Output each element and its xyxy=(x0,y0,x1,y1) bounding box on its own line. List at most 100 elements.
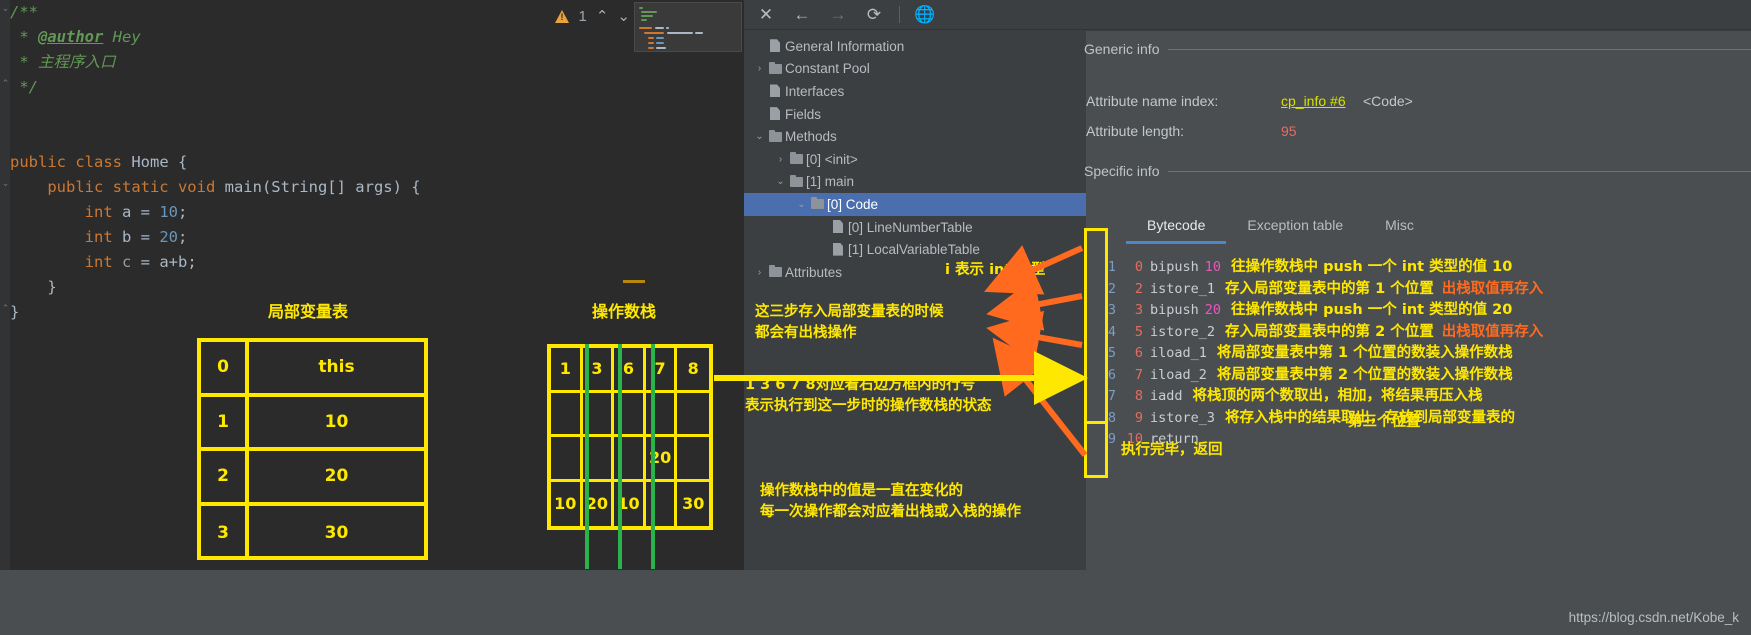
folder-icon xyxy=(809,196,827,212)
watermark-text: https://blog.csdn.net/Kobe_k xyxy=(1568,610,1739,625)
bytecode-line-number: 2 xyxy=(1107,280,1116,297)
tree-node-0-linenumbertable[interactable]: [0] LineNumberTable xyxy=(744,216,1086,239)
bytecode-note-return: 执行完毕，返回 xyxy=(1121,442,1223,458)
tree-node-general-information[interactable]: General Information xyxy=(744,35,1086,58)
tree-node-0-code[interactable]: ⌄ [0] Code xyxy=(744,193,1086,216)
generic-info-header: Generic info xyxy=(1084,41,1751,57)
screenshot-root: ⌄ ⌃ ⌄ ⌃ /** * @author Hey * 主程序入口 */ publ… xyxy=(0,0,1751,635)
folder-icon xyxy=(788,174,806,190)
code-text[interactable]: /** * @author Hey * 主程序入口 */ public class… xyxy=(10,0,630,325)
bytecode-row[interactable]: 4 5 istore_2 存入局部变量表中的第 2 个位置 出栈取值再存入 xyxy=(1094,322,1751,344)
fold-marker[interactable]: ⌄ xyxy=(1,4,10,13)
tree-node-1-localvariabletable[interactable]: [1] LocalVariableTable xyxy=(744,238,1086,261)
tree-node-0-init[interactable]: › [0] <init> xyxy=(744,148,1086,171)
bytecode-row[interactable]: 2 2 istore_1 存入局部变量表中的第 1 个位置 出栈取值再存入 xyxy=(1094,279,1751,301)
bytecode-annotation: 存入局部变量表中的第 2 个位置 xyxy=(1225,323,1434,340)
toolbar-divider xyxy=(899,6,900,23)
operand-stack-cell xyxy=(551,437,583,482)
fold-marker[interactable]: ⌄ xyxy=(1,179,10,188)
editor-inspection-widget[interactable]: 1 ⌃ ⌄ xyxy=(554,2,630,30)
fold-marker[interactable]: ⌃ xyxy=(1,79,10,88)
code-line: */ xyxy=(10,78,38,96)
lvt-row: 1 10 xyxy=(201,396,424,451)
lvt-row: 3 30 xyxy=(201,505,424,560)
tab-misc[interactable]: Misc xyxy=(1364,213,1435,244)
attribute-name-index-label: Attribute name index: xyxy=(1086,93,1219,109)
globe-icon[interactable]: 🌐 xyxy=(914,4,936,26)
attribute-name-index-link[interactable]: cp_info #6 xyxy=(1281,93,1346,109)
bytecode-row[interactable]: 7 8 iadd 将栈顶的两个数取出，相加，将结果再压入栈 xyxy=(1094,386,1751,408)
lvt-value: 20 xyxy=(324,466,349,487)
tree-node-interfaces[interactable]: Interfaces xyxy=(744,80,1086,103)
operand-stack-cell xyxy=(677,437,709,482)
chevron-down-icon[interactable]: ⌄ xyxy=(794,199,809,210)
bytecode-row[interactable]: 3 3 bipush 20 往操作数栈中 push 一个 int 类型的值 20 xyxy=(1094,300,1751,322)
operand-stack-cell xyxy=(677,393,709,437)
warning-count: 1 xyxy=(578,7,587,25)
chevron-down-icon[interactable]: ⌄ xyxy=(773,176,788,187)
lvt-row: 0 this xyxy=(201,342,424,397)
chevron-right-icon[interactable]: › xyxy=(752,63,767,74)
bytecode-line-number: 7 xyxy=(1107,388,1116,404)
tree-node-1-main[interactable]: ⌄ [1] main xyxy=(744,171,1086,194)
bytecode-annotation: 将局部变量表中第 1 个位置的数装入操作数栈 xyxy=(1216,345,1513,361)
tree-node-label: [0] <init> xyxy=(806,151,858,167)
bytecode-row[interactable]: 5 6 iload_1 将局部变量表中第 1 个位置的数装入操作数栈 xyxy=(1094,343,1751,365)
bytecode-opcode: iadd xyxy=(1150,388,1183,404)
bytecode-row[interactable]: 8 9 istore_3 将存入栈中的结果取出，存放到局部变量表的 xyxy=(1094,408,1751,430)
code-line: public class Home { xyxy=(10,153,188,171)
operand-stack-table: 1 3 6 7 8 20 10 20 10 30 xyxy=(547,344,713,530)
bytecode-list[interactable]: 1 0 bipush 10 往操作数栈中 push 一个 int 类型的值 10 2 2 is… xyxy=(1094,257,1751,451)
tree-node-label: Constant Pool xyxy=(785,61,870,77)
tree-node-methods[interactable]: ⌄ Methods xyxy=(744,125,1086,148)
editor-gutter: ⌄ ⌃ ⌄ ⌃ xyxy=(0,0,10,570)
fold-marker[interactable]: ⌃ xyxy=(1,304,10,313)
folder-icon xyxy=(767,61,785,77)
code-line: int c = a+b; xyxy=(84,253,197,271)
tree-node-label: [1] LocalVariableTable xyxy=(848,242,980,258)
reload-icon[interactable]: ⟳ xyxy=(863,4,885,26)
bytecode-annotation: 将栈顶的两个数取出，相加，将结果再压入栈 xyxy=(1192,388,1483,404)
operand-stack-cell: 10 xyxy=(551,481,583,526)
code-line: } xyxy=(10,278,57,296)
tree-node-label: [0] Code xyxy=(827,196,879,212)
specific-info-label: Specific info xyxy=(1084,163,1160,179)
chevron-right-icon[interactable]: › xyxy=(773,154,788,165)
close-icon[interactable]: ✕ xyxy=(755,4,777,26)
tree-node-fields[interactable]: Fields xyxy=(744,103,1086,126)
bytecode-operand: 10 xyxy=(1204,259,1222,275)
file-icon xyxy=(767,38,785,54)
bytecode-line-number: 3 xyxy=(1107,302,1116,318)
lvt-row: 2 20 xyxy=(201,451,424,506)
tree-node-label: Interfaces xyxy=(785,83,845,99)
back-arrow-icon[interactable]: ← xyxy=(791,4,813,26)
forward-arrow-icon[interactable]: → xyxy=(827,4,849,26)
code-minimap[interactable] xyxy=(634,2,742,52)
bytecode-row[interactable]: 6 7 iload_2 将局部变量表中第 2 个位置的数装入操作数栈 xyxy=(1094,365,1751,387)
detail-tabs[interactable]: Bytecode Exception table Misc xyxy=(1126,213,1435,244)
section-rule xyxy=(1168,48,1751,50)
code-line: /** xyxy=(10,3,38,21)
tab-exception-table[interactable]: Exception table xyxy=(1226,213,1364,244)
code-line: int a = 10; xyxy=(84,203,188,221)
generic-info-label: Generic info xyxy=(1084,41,1160,57)
bytecode-annotation: 往操作数栈中 push 一个 int 类型的值 10 xyxy=(1231,259,1513,275)
chevron-up-icon[interactable]: ⌃ xyxy=(596,7,609,25)
annotation-linenum: 1 3 6 7 8对应着右边方框内的行号 表示执行到这一步时的操作数栈的状态 xyxy=(745,377,992,414)
annotation-store-pop: 这三步存入局部变量表的时候 都会有出栈操作 xyxy=(755,304,944,341)
tree-node-label: Methods xyxy=(785,129,837,145)
tree-node-label: General Information xyxy=(785,38,905,54)
bytecode-offset: 7 xyxy=(1134,366,1143,383)
chevron-right-icon[interactable]: › xyxy=(752,267,767,278)
bytecode-note-third-slot: 第三个位置 xyxy=(1348,414,1421,430)
tab-bytecode[interactable]: Bytecode xyxy=(1126,213,1227,244)
bytecode-row[interactable]: 1 0 bipush 10 往操作数栈中 push 一个 int 类型的值 10 xyxy=(1094,257,1751,279)
chevron-down-icon[interactable]: ⌄ xyxy=(752,131,767,142)
tree-node-label: [0] LineNumberTable xyxy=(848,219,973,235)
file-icon xyxy=(830,219,848,235)
chevron-down-icon[interactable]: ⌄ xyxy=(617,7,630,25)
bytecode-opcode: istore_1 xyxy=(1150,280,1216,297)
stack-marker-line xyxy=(585,344,589,569)
tree-node-constant-pool[interactable]: › Constant Pool xyxy=(744,58,1086,81)
